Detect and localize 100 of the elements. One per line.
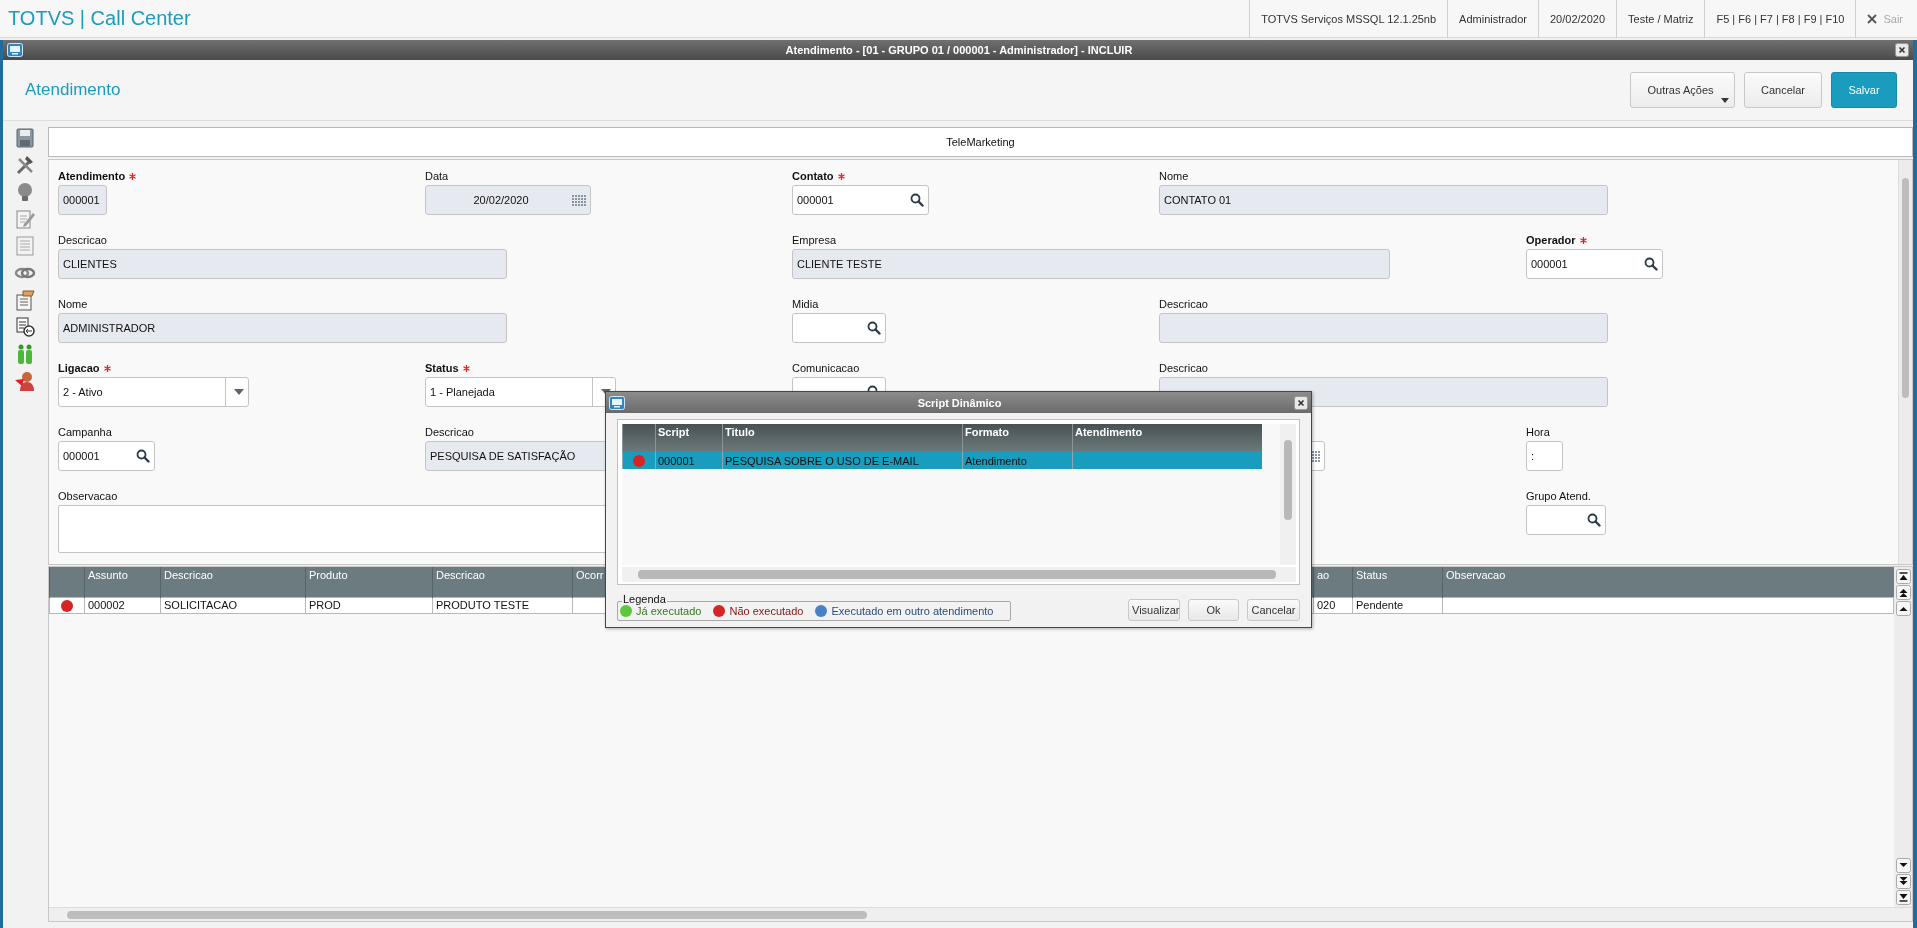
field-label: Nome	[1159, 169, 1189, 183]
date-field[interactable]: 20/02/2020	[425, 185, 591, 215]
search-icon[interactable]	[136, 449, 150, 463]
field-label: Observacao	[58, 489, 118, 503]
table-row[interactable]: 000001 PESQUISA SOBRE O USO DE E-MAIL Atendimento	[622, 452, 1262, 469]
column-header[interactable]: Produto	[305, 567, 433, 597]
text-field[interactable]: :	[1526, 441, 1563, 471]
cancel-button[interactable]: Cancelar	[1744, 72, 1822, 108]
field-label: Comunicacao	[792, 361, 860, 375]
window-title: Atendimento - [01 - GRUPO 01 / 000001 - Administrador] - INCLUIR	[784, 44, 1134, 56]
column-header[interactable]: Descricao	[160, 567, 306, 597]
dialog-title: Script Dinâmico	[916, 396, 1003, 409]
status-text: 20/02/2020	[1537, 0, 1617, 38]
caret-icon	[1721, 98, 1729, 103]
cancel-button[interactable]: Cancelar	[1247, 599, 1300, 621]
edit-icon[interactable]	[13, 208, 36, 230]
text-field[interactable]: 000001	[58, 185, 107, 215]
column-header[interactable]: Formato	[962, 424, 1073, 452]
table-cell: SOLICITACAO	[160, 597, 306, 613]
column-header[interactable]: Status	[1352, 567, 1443, 597]
table-cell: PESQUISA SOBRE O USO DE E-MAIL	[722, 452, 963, 469]
scroll-up-button[interactable]	[1895, 601, 1911, 616]
column-header[interactable]: Descricao	[432, 567, 573, 597]
text-field[interactable]: ADMINISTRADOR	[58, 313, 507, 343]
text-field[interactable]: CLIENTES	[58, 249, 507, 279]
page-down-button[interactable]	[1895, 874, 1911, 889]
caret-icon	[234, 389, 244, 395]
table-cell: 000001	[655, 452, 723, 469]
form-icon[interactable]	[13, 289, 36, 311]
field-label: Nome	[58, 297, 88, 311]
lookup-field[interactable]: 000001	[58, 441, 155, 471]
field-label: Hora	[1526, 425, 1550, 439]
search-icon[interactable]	[1587, 513, 1601, 527]
lookup-field[interactable]: 000001	[1526, 249, 1663, 279]
ok-button[interactable]: Ok	[1188, 599, 1239, 621]
field-label: Atendimento	[58, 169, 126, 183]
column-header[interactable]: Assunto	[84, 567, 161, 597]
scrollbar[interactable]	[622, 567, 1296, 582]
tab[interactable]: TeleMarketing	[48, 127, 1913, 157]
text-field[interactable]	[1159, 313, 1608, 343]
field-label: Midia	[792, 297, 819, 311]
field-label: Data	[425, 169, 449, 183]
text-field[interactable]: CLIENTE TESTE	[792, 249, 1390, 279]
legend-title: Legenda	[622, 593, 667, 605]
field-label: Operador	[1526, 233, 1576, 247]
window-icon	[609, 395, 625, 410]
scrollbar[interactable]	[49, 907, 1912, 921]
close-icon[interactable]	[1867, 13, 1878, 24]
dropdown[interactable]: 1 - Planejada	[425, 377, 616, 407]
more-actions-button[interactable]: Outras Ações	[1630, 72, 1735, 108]
search-icon[interactable]	[910, 193, 924, 207]
required-icon	[129, 172, 137, 180]
required-icon	[103, 364, 111, 372]
field-label: Descricao	[1159, 361, 1208, 375]
scrollbar[interactable]	[1280, 424, 1296, 565]
field-label: Contato	[792, 169, 834, 183]
field-label: Descricao	[425, 425, 474, 439]
page-up-button[interactable]	[1895, 585, 1911, 600]
table-cell: 020	[1313, 597, 1353, 613]
field-label: Ligacao	[58, 361, 100, 375]
field-label: Grupo Atend.	[1526, 489, 1591, 503]
column-header[interactable]: Atendimento	[1072, 424, 1262, 452]
page-title: Atendimento	[25, 80, 121, 100]
search-icon[interactable]	[1644, 257, 1658, 271]
document-icon[interactable]	[13, 316, 36, 338]
lookup-field[interactable]	[1526, 505, 1606, 535]
table-cell: Pendente	[1352, 597, 1443, 613]
scroll-down-button[interactable]	[1895, 858, 1911, 873]
legend-label: Já executado	[636, 605, 702, 617]
person-icon[interactable]	[13, 370, 36, 392]
column-header[interactable]: Titulo	[722, 424, 963, 452]
field-label: Status	[425, 361, 459, 375]
view-button[interactable]: Visualizar	[1128, 599, 1180, 621]
status-text: F5 | F6 | F7 | F8 | F9 | F10	[1704, 0, 1856, 38]
column-header[interactable]: Observacao	[1442, 567, 1894, 597]
window-icon	[7, 43, 23, 57]
required-icon	[837, 172, 845, 180]
column-header[interactable]: ao	[1313, 567, 1353, 597]
required-icon	[462, 364, 470, 372]
close-button[interactable]	[1294, 395, 1308, 410]
column-header[interactable]: Script	[655, 424, 723, 452]
last-record-button[interactable]	[1895, 890, 1911, 905]
field-label: Descricao	[1159, 297, 1208, 311]
field-label: Empresa	[792, 233, 837, 247]
scrollbar[interactable]	[1898, 160, 1912, 564]
lookup-field[interactable]	[792, 313, 886, 343]
status-text: Administrador	[1447, 0, 1538, 38]
legend-label: Executado em outro atendimento	[831, 605, 994, 617]
status-text: TOTVS Serviços MSSQL 12.1.25nb	[1249, 0, 1448, 38]
save-icon[interactable]	[13, 127, 36, 149]
close-button[interactable]	[1895, 43, 1909, 57]
status-text: Teste / Matriz	[1616, 0, 1705, 38]
search-icon[interactable]	[867, 321, 881, 335]
text-field[interactable]: CONTATO 01	[1159, 185, 1608, 215]
required-icon	[1579, 236, 1587, 244]
dropdown[interactable]: 2 - Ativo	[58, 377, 249, 407]
lookup-field[interactable]: 000001	[792, 185, 929, 215]
first-record-button[interactable]	[1895, 569, 1911, 584]
table-cell: Atendimento	[962, 452, 1073, 469]
table-cell: PROD	[305, 597, 433, 613]
